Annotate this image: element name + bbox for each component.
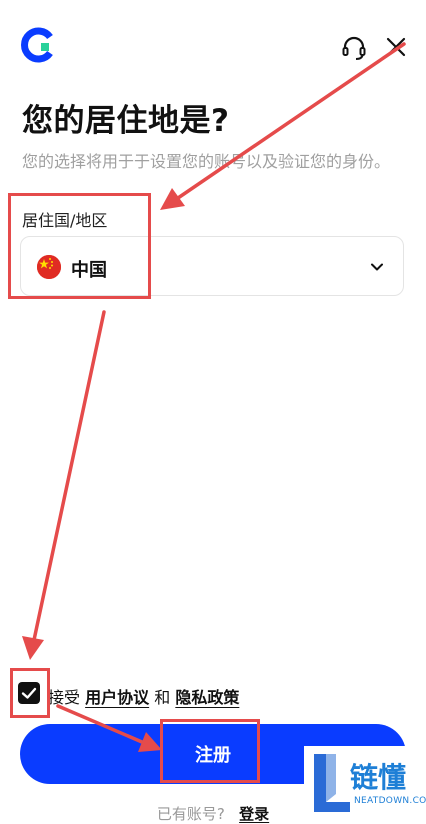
annotation-box-checkbox (10, 668, 50, 718)
exchange-logo-icon (21, 27, 53, 63)
watermark: 链懂 NEATDOWN.COM (304, 746, 426, 822)
annotation-box-register (160, 719, 260, 783)
page-subtitle: 您的选择将用于于设置您的账号以及验证您的身份。 (22, 152, 391, 171)
page-title: 您的居住地是? (22, 103, 230, 139)
arrow-head-checkbox (22, 636, 44, 660)
arrow-to-checkbox (32, 310, 106, 642)
chevron-down-icon (371, 263, 383, 271)
privacy-link[interactable]: 隐私政策 (175, 688, 239, 707)
watermark-cn: 链懂 (350, 761, 407, 794)
login-link[interactable]: 登录 (239, 805, 269, 823)
headset-icon[interactable] (340, 34, 368, 62)
watermark-logo-icon (314, 754, 350, 812)
terms-link[interactable]: 用户协议 (85, 688, 149, 707)
arrow-head-residence (160, 188, 185, 210)
agreement-joiner: 和 (154, 688, 171, 707)
agreement-prefix: 接受 (48, 688, 81, 707)
close-icon[interactable] (382, 33, 410, 61)
agreement-text: 接受 用户协议 和 隐私政策 (48, 684, 239, 708)
watermark-en: NEATDOWN.COM (354, 796, 426, 806)
annotation-box-residence (8, 193, 151, 299)
login-prompt-text: 已有账号? (156, 805, 225, 823)
